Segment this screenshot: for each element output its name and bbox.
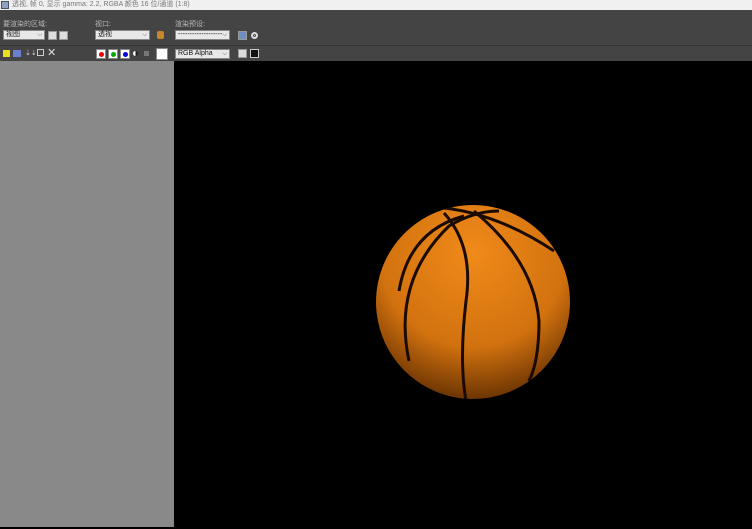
side-panel (0, 61, 174, 527)
alpha-channel-icon[interactable] (133, 51, 138, 56)
blue-channel-toggle[interactable] (120, 49, 130, 59)
top-toolbar: 要渲染的区域: 视图 ⌵ 视口: 透视 ⌵ 渲染预设: --------------… (0, 10, 752, 45)
preset-label: 渲染预设: (175, 21, 205, 28)
area-label: 要渲染的区域: (3, 21, 47, 28)
render-viewport (174, 61, 752, 527)
lock-icon[interactable] (157, 31, 164, 39)
clear-icon[interactable]: ✕ (47, 46, 56, 59)
chevron-down-icon: ⌵ (142, 32, 147, 38)
environment-gear-icon[interactable] (251, 32, 258, 39)
viewport-label: 视口: (95, 21, 111, 28)
edit-region-button[interactable] (48, 31, 57, 40)
print-icon[interactable]: ⇣⇣ (25, 49, 37, 57)
app-icon (1, 1, 9, 9)
toggle-ui-button[interactable] (250, 49, 259, 58)
save-image-icon[interactable] (3, 50, 10, 57)
area-select[interactable]: 视图 ⌵ (3, 30, 45, 40)
green-channel-toggle[interactable] (108, 49, 118, 59)
chevron-down-icon: ⌵ (222, 51, 227, 57)
chevron-down-icon: ⌵ (37, 32, 42, 38)
channel-select[interactable]: RGB Alpha ⌵ (175, 49, 230, 59)
color-swatch[interactable] (156, 48, 168, 60)
preset-select[interactable]: ------------------- ⌵ (175, 30, 230, 40)
window-title: 透视, 帧 0, 显示 gamma: 2.2, RGBA 颜色 16 位/通道 … (12, 1, 190, 8)
preset-value: ------------------- (178, 31, 223, 38)
toggle-ui-overlay-button[interactable] (238, 49, 247, 58)
channel-value: RGB Alpha (178, 50, 213, 57)
render-setup-button[interactable] (238, 31, 247, 40)
channel-toolbar: ⇣⇣ ✕ RGB Alpha ⌵ (0, 45, 752, 61)
copy-icon[interactable] (37, 49, 44, 56)
monochrome-icon[interactable] (144, 51, 149, 56)
red-channel-toggle[interactable] (96, 49, 106, 59)
auto-region-button[interactable] (59, 31, 68, 40)
viewport-value: 透视 (98, 31, 112, 38)
rendered-image (376, 205, 570, 399)
chevron-down-icon: ⌵ (222, 32, 227, 38)
title-bar: 透视, 帧 0, 显示 gamma: 2.2, RGBA 颜色 16 位/通道 … (0, 0, 752, 10)
basketball (376, 205, 570, 399)
clone-window-icon[interactable] (13, 50, 21, 57)
area-value: 视图 (6, 31, 20, 38)
viewport-select[interactable]: 透视 ⌵ (95, 30, 150, 40)
